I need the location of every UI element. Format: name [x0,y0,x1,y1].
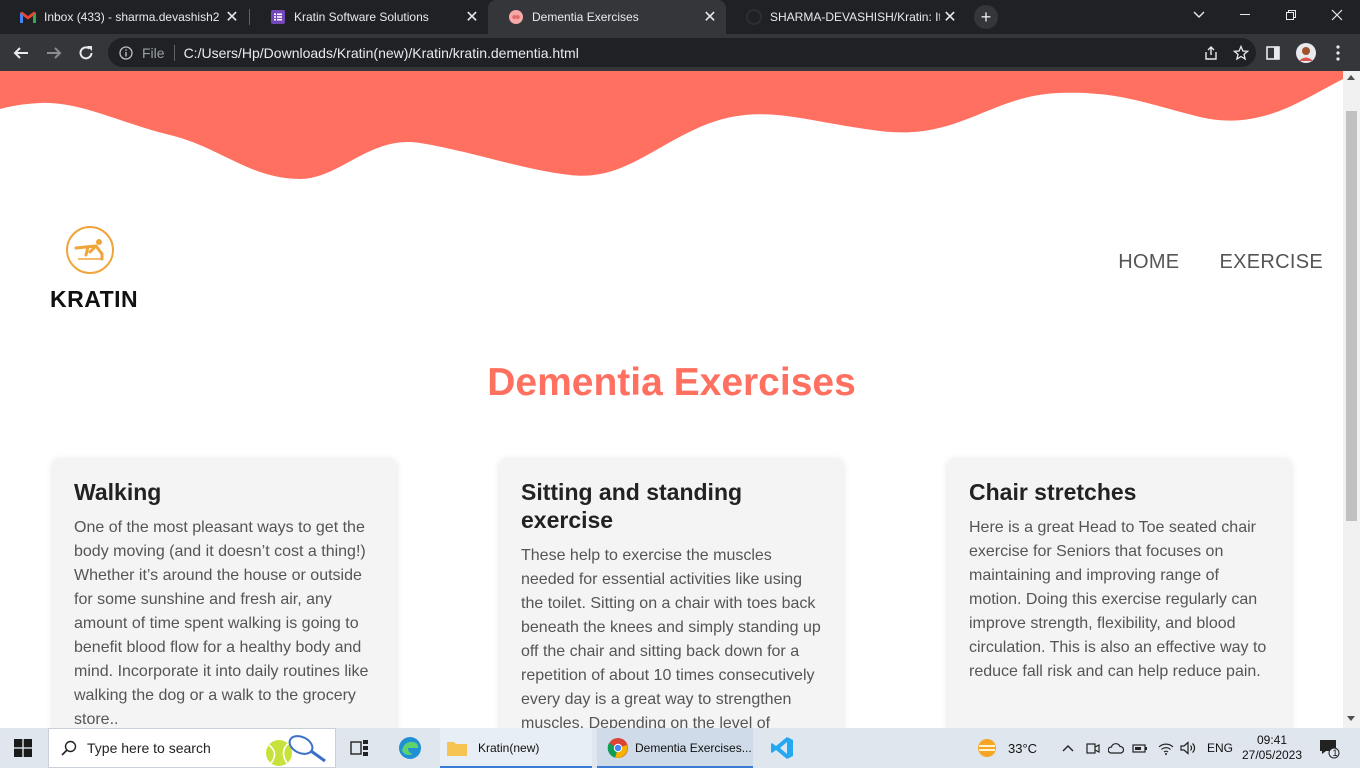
close-icon[interactable]: ✕ [462,7,482,27]
notification-count-badge: 1 [1332,748,1338,758]
header-wave-decoration [0,71,1343,179]
info-icon[interactable] [118,45,134,61]
taskbar-app-file-explorer[interactable]: Kratin(new) [440,728,592,768]
browser-tab-strip: Inbox (433) - sharma.devashish2 ✕ Kratin… [0,0,1360,34]
brand-name: KRATIN [50,286,139,312]
page-title: Dementia Exercises [487,361,856,404]
exercise-card-walking: Walking One of the most pleasant ways to… [53,458,396,728]
url-text[interactable]: C:/Users/Hp/Downloads/Kratin(new)/Kratin… [184,45,1196,61]
nav-home-link[interactable]: HOME [1118,251,1179,274]
card-title: Walking [74,479,162,505]
gmail-icon [20,9,36,25]
share-icon[interactable] [1196,38,1226,67]
page-scrollbar[interactable] [1343,71,1360,728]
clock-date: 27/05/2023 [1241,748,1303,762]
exercise-card-sitting-standing: Sitting and standing exercise These help… [500,458,843,728]
close-window-button[interactable] [1314,0,1360,30]
reload-button[interactable] [73,40,99,66]
new-tab-button[interactable]: + [974,5,998,29]
card-title: Sitting and standing exercise [521,479,743,533]
tab-title: Inbox (433) - sharma.devashish2 [44,10,220,24]
onedrive-cloud-icon[interactable] [1108,728,1124,768]
side-panel-icon[interactable] [1260,40,1286,66]
scroll-up-arrow-icon[interactable] [1347,75,1355,80]
tab-github[interactable]: SHARMA-DEVASHISH/Kratin: It is ✕ [726,0,966,34]
clock-time: 09:41 [1256,733,1288,747]
brain-icon [508,9,524,25]
form-icon [270,9,286,25]
exercise-card-chair-stretches: Chair stretches Here is a great Head to … [948,458,1291,728]
weather-icon[interactable] [976,728,998,768]
main-nav: HOME EXERCISE [1118,251,1323,274]
taskbar-app-label: Kratin(new) [478,741,540,755]
taskbar-app-label: Dementia Exercises... [635,741,752,755]
bookmark-star-icon[interactable] [1226,38,1256,67]
minimize-button[interactable] [1222,0,1268,30]
input-language-indicator[interactable]: ENG [1207,728,1233,768]
windows-start-icon[interactable] [14,728,32,768]
menu-kebab-icon[interactable] [1325,40,1351,66]
meet-now-icon[interactable] [1086,728,1100,768]
page-viewport: KRATIN HOME EXERCISE Dementia Exercises … [0,71,1343,728]
windows-taskbar: Type here to search Kratin(new) Dementia… [0,728,1360,768]
scroll-down-arrow-icon[interactable] [1347,716,1355,721]
close-icon[interactable]: ✕ [222,7,242,27]
taskbar-app-chrome[interactable]: Dementia Exercises... [597,728,753,768]
close-icon[interactable]: ✕ [700,7,720,27]
close-icon[interactable]: ✕ [940,7,960,27]
weather-temperature[interactable]: 33°C [1008,728,1037,768]
chrome-icon [607,737,629,759]
card-text: These help to exercise the muscles neede… [521,547,821,728]
taskbar-search-box[interactable]: Type here to search [48,728,336,768]
url-scheme-label: File [142,44,165,61]
search-icon [61,740,77,756]
tab-title: SHARMA-DEVASHISH/Kratin: It is [770,10,940,24]
card-text: Here is a great Head to Toe seated chair… [969,519,1267,680]
github-icon [746,9,762,25]
forward-button[interactable] [41,40,67,66]
tab-search-chevron-icon[interactable] [1176,0,1222,30]
vscode-icon[interactable] [770,728,794,768]
back-button[interactable] [8,40,34,66]
tennis-search-highlight-icon [263,731,327,767]
edge-browser-icon[interactable] [398,728,422,768]
tab-kratin-forms[interactable]: Kratin Software Solutions ✕ [250,0,488,34]
chevron-up-icon[interactable] [1062,728,1074,768]
exercise-logo-icon [66,226,114,274]
tab-title: Kratin Software Solutions [294,10,429,24]
nav-exercise-link[interactable]: EXERCISE [1219,251,1323,274]
clock[interactable]: 09:41 27/05/2023 [1241,728,1303,768]
profile-avatar[interactable] [1293,40,1319,66]
tab-gmail[interactable]: Inbox (433) - sharma.devashish2 ✕ [0,0,248,34]
card-text: One of the most pleasant ways to get the… [74,519,369,728]
task-view-icon[interactable] [350,728,370,768]
browser-toolbar: File C:/Users/Hp/Downloads/Kratin(new)/K… [0,34,1360,71]
notification-center-icon[interactable]: 1 [1318,728,1340,768]
address-bar[interactable]: File C:/Users/Hp/Downloads/Kratin(new)/K… [108,38,1256,67]
tab-title: Dementia Exercises [532,10,639,24]
volume-icon[interactable] [1180,728,1196,768]
battery-icon[interactable] [1132,728,1148,768]
wifi-icon[interactable] [1158,728,1174,768]
restore-button[interactable] [1268,0,1314,30]
scrollbar-thumb[interactable] [1346,111,1357,521]
search-placeholder: Type here to search [87,740,211,756]
tab-dementia-exercises[interactable]: Dementia Exercises ✕ [488,0,726,34]
omnibox-divider [173,44,175,61]
folder-icon [446,739,468,757]
card-title: Chair stretches [969,479,1137,505]
